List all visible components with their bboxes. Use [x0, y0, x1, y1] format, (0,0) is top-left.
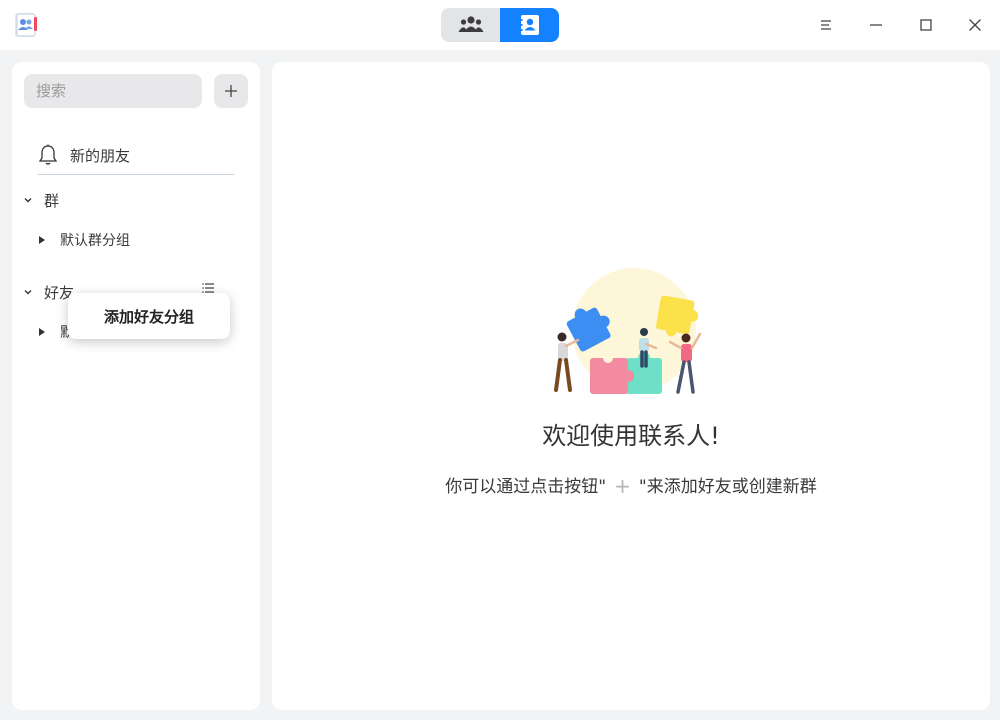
people-group-icon: [458, 16, 483, 32]
context-menu: 添加好友分组: [68, 293, 230, 339]
groups-section-label: 群: [44, 191, 60, 210]
search-input[interactable]: [24, 74, 202, 108]
welcome-hint: 你可以通过点击按钮" + "来添加好友或创建新群: [272, 472, 990, 498]
hint-prefix: 你可以通过点击按钮": [445, 477, 607, 497]
minimize-icon: [870, 24, 882, 26]
sidebar: 新的朋友 群 默认群分组 好友 默认: [12, 62, 260, 710]
groups-view-button[interactable]: [441, 8, 500, 42]
contacts-app-icon: [15, 13, 37, 37]
close-icon: [969, 19, 981, 31]
close-button[interactable]: [960, 10, 990, 40]
friends-section-header[interactable]: 好友: [22, 280, 74, 304]
maximize-button[interactable]: [911, 10, 941, 40]
caret-right-icon: [39, 328, 45, 336]
groups-section-header[interactable]: 群: [22, 188, 59, 212]
welcome-title: 欢迎使用联系人!: [542, 422, 720, 450]
view-toggle: [441, 8, 559, 42]
chevron-down-icon: [24, 290, 32, 295]
add-friend-group-menu-item[interactable]: 添加好友分组: [104, 306, 194, 327]
minimize-button[interactable]: [861, 10, 891, 40]
plus-icon: +: [614, 474, 631, 498]
caret-right-icon: [39, 236, 45, 244]
groups-default-label: 默认群分组: [60, 233, 130, 249]
contact-card-icon: [519, 15, 539, 35]
main-panel: 欢迎使用联系人! 你可以通过点击按钮" + "来添加好友或创建新群: [272, 62, 990, 710]
hint-suffix: "来添加好友或创建新群: [638, 477, 817, 497]
maximize-icon: [920, 19, 932, 31]
plus-icon: [225, 85, 237, 97]
menu-icon: [821, 20, 831, 30]
contacts-view-button[interactable]: [500, 8, 559, 42]
add-button[interactable]: [214, 74, 248, 108]
title-bar: [0, 0, 1000, 50]
puzzle-illustration: [554, 268, 702, 394]
bell-icon: [38, 144, 58, 165]
groups-default-item[interactable]: 默认群分组: [38, 228, 130, 252]
new-friends-item[interactable]: 新的朋友: [38, 136, 234, 175]
new-friends-label: 新的朋友: [70, 146, 131, 165]
chevron-down-icon: [24, 198, 32, 203]
menu-button[interactable]: [811, 10, 841, 40]
